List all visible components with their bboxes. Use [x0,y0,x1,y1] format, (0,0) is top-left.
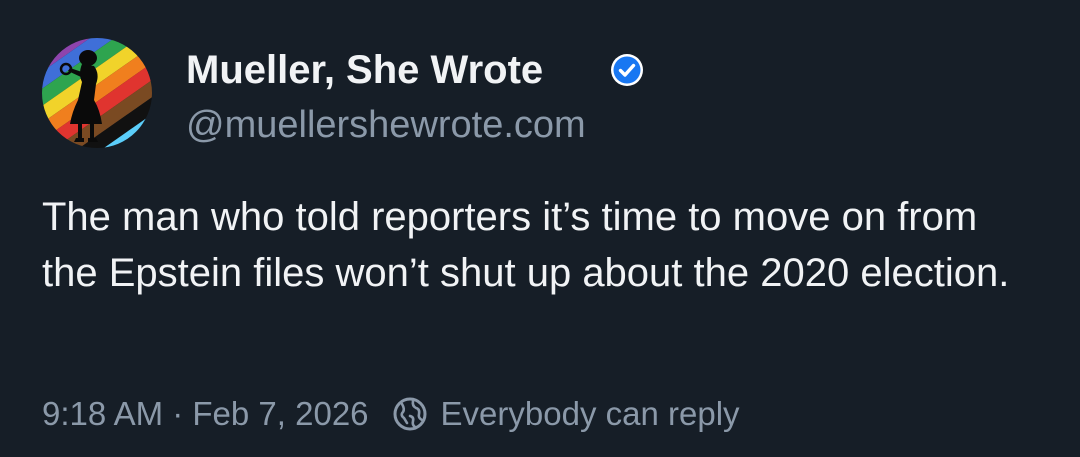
post-card: Mueller, She Wrote @muellershewrote.com … [0,0,1080,457]
author-display-name[interactable]: Mueller, She Wrote [186,46,543,94]
globe-icon [393,397,427,431]
rainbow-silhouette-avatar-icon [42,38,152,148]
reply-setting-label: Everybody can reply [440,395,740,432]
post-body-text: The man who told reporters it’s time to … [42,195,1010,295]
author-handle[interactable]: @muellershewrote.com [186,102,586,148]
verified-badge-icon [611,54,643,86]
post-meta-row: 9:18 AM · Feb 7, 2026 Everybody can repl… [42,392,740,436]
author-avatar[interactable] [42,38,152,148]
post-timestamp[interactable]: 9:18 AM · Feb 7, 2026 [42,395,369,433]
